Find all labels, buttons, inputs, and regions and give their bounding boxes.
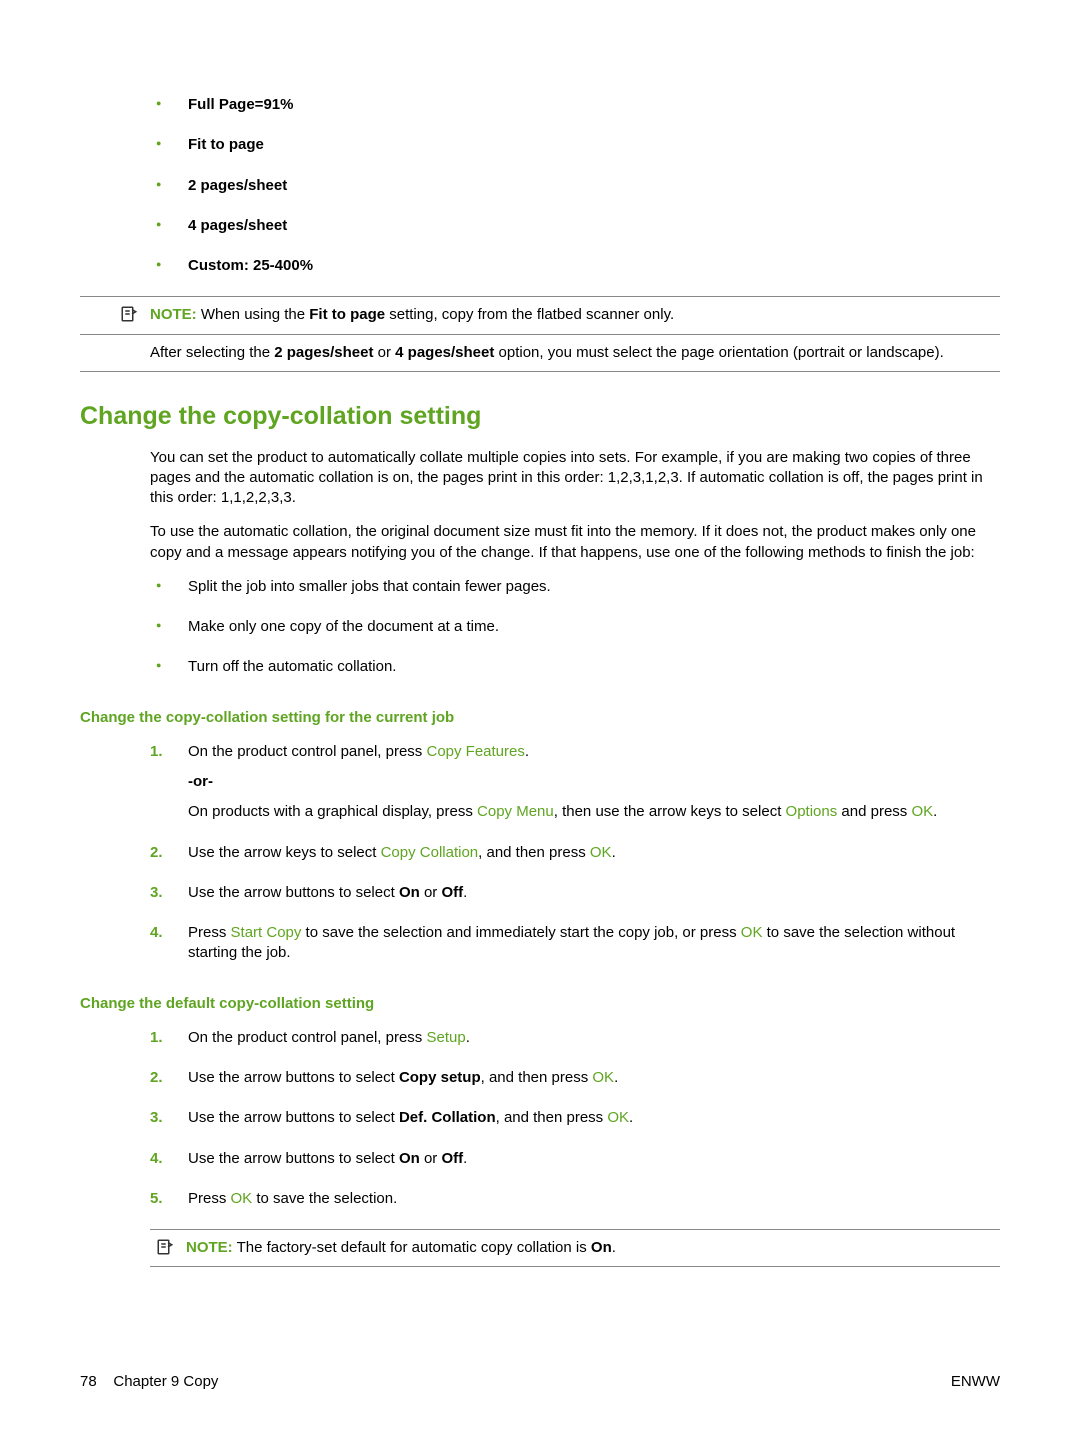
paragraph: You can set the product to automatically… — [150, 448, 1000, 509]
step: On the product control panel, press Setu… — [150, 1028, 1000, 1048]
page-footer: 78 Chapter 9 Copy ENWW — [80, 1372, 1000, 1392]
list-item: Split the job into smaller jobs that con… — [150, 577, 1000, 597]
or-text: -or- — [188, 772, 1000, 792]
step: On the product control panel, press Copy… — [150, 742, 1000, 823]
step: Use the arrow buttons to select Def. Col… — [150, 1108, 1000, 1128]
document-page: Full Page=91% Fit to page 2 pages/sheet … — [0, 0, 1080, 1437]
list-item: Custom: 25-400% — [150, 256, 1000, 276]
page-number: 78 — [80, 1373, 97, 1390]
note-factory-default: NOTE: The factory-set default for automa… — [150, 1229, 1000, 1267]
steps-default: On the product control panel, press Setu… — [150, 1028, 1000, 1209]
list-item: Make only one copy of the document at a … — [150, 617, 1000, 637]
list-item: Full Page=91% — [150, 95, 1000, 115]
note-label: NOTE: — [150, 306, 197, 323]
step: Use the arrow keys to select Copy Collat… — [150, 843, 1000, 863]
section-title: Change the copy-collation setting — [80, 400, 1000, 434]
list-item: 2 pages/sheet — [150, 176, 1000, 196]
step: Press Start Copy to save the selection a… — [150, 923, 1000, 964]
chapter-label: Chapter 9 Copy — [113, 1373, 218, 1390]
steps-current-job: On the product control panel, press Copy… — [150, 742, 1000, 964]
note-text: When using the Fit to page setting, copy… — [201, 306, 674, 323]
list-item: Fit to page — [150, 135, 1000, 155]
note-label: NOTE: — [186, 1239, 233, 1256]
step: Use the arrow buttons to select Copy set… — [150, 1068, 1000, 1088]
note-icon — [120, 305, 138, 329]
note-fit-to-page: NOTE: When using the Fit to page setting… — [80, 296, 1000, 334]
subsection-title-default: Change the default copy-collation settin… — [80, 994, 1000, 1014]
note-text: The factory-set default for automatic co… — [237, 1239, 616, 1256]
subsection-title-current-job: Change the copy-collation setting for th… — [80, 708, 1000, 728]
list-item: 4 pages/sheet — [150, 216, 1000, 236]
note-icon — [156, 1238, 174, 1262]
step: Use the arrow buttons to select On or Of… — [150, 883, 1000, 903]
paragraph: To use the automatic collation, the orig… — [150, 522, 1000, 563]
note-after-select: After selecting the 2 pages/sheet or 4 p… — [80, 335, 1000, 372]
reduce-enlarge-options: Full Page=91% Fit to page 2 pages/sheet … — [150, 95, 1000, 276]
footer-right: ENWW — [951, 1372, 1000, 1392]
step: Use the arrow buttons to select On or Of… — [150, 1149, 1000, 1169]
step: Press OK to save the selection. — [150, 1189, 1000, 1209]
list-item: Turn off the automatic collation. — [150, 657, 1000, 677]
methods-list: Split the job into smaller jobs that con… — [150, 577, 1000, 678]
note-text: After selecting the 2 pages/sheet or 4 p… — [150, 344, 944, 361]
